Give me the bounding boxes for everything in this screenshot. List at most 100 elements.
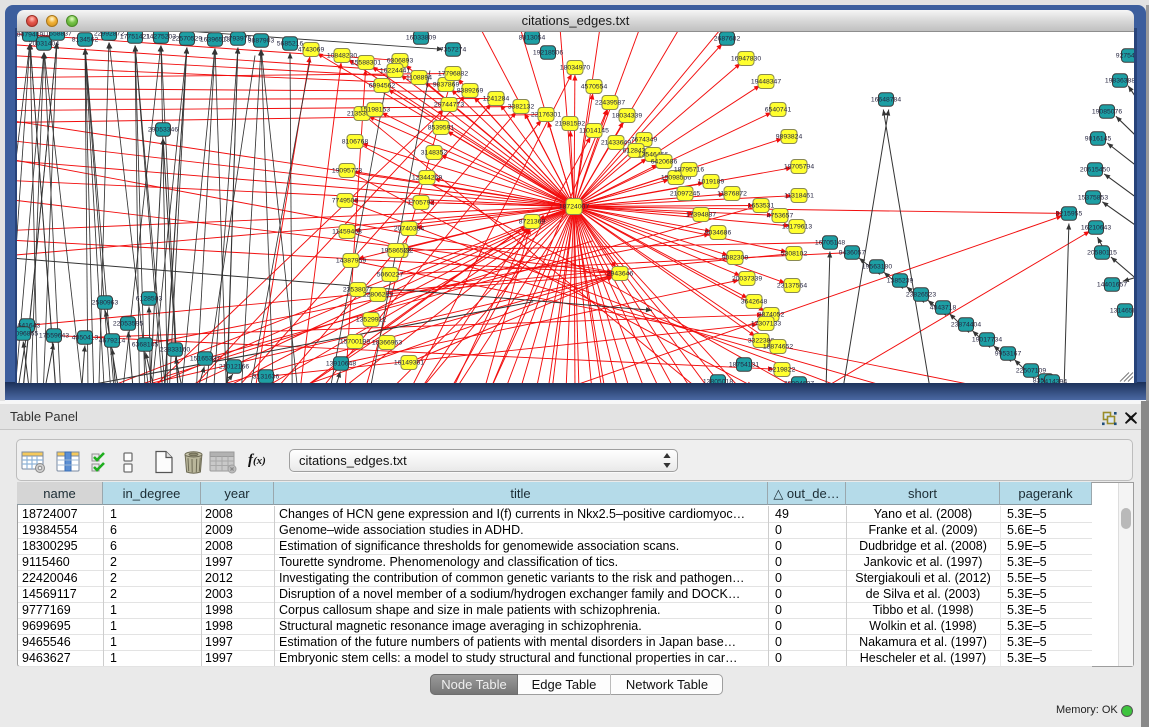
svg-text:6994562: 6994562	[369, 82, 396, 89]
svg-text:20994697: 20994697	[784, 380, 814, 383]
svg-text:4570554: 4570554	[581, 83, 608, 90]
svg-text:4843718: 4843718	[930, 304, 957, 311]
svg-text:19095773: 19095773	[332, 167, 362, 174]
svg-text:5308102: 5308102	[781, 250, 808, 257]
svg-text:3148352: 3148352	[421, 149, 448, 156]
svg-text:13805018: 13805018	[703, 378, 733, 383]
svg-text:20744773: 20744773	[434, 101, 464, 108]
svg-text:4743069: 4743069	[298, 46, 325, 53]
svg-text:9893824: 9893824	[776, 133, 803, 140]
svg-text:17394887: 17394887	[686, 211, 716, 218]
svg-text:22439587: 22439587	[595, 99, 625, 106]
svg-text:9034686: 9034686	[705, 229, 732, 236]
svg-text:18754131: 18754131	[729, 361, 759, 368]
svg-text:18874652: 18874652	[763, 343, 793, 350]
svg-text:12344269: 12344269	[412, 174, 442, 181]
svg-text:9082309: 9082309	[722, 254, 749, 261]
svg-text:17796882: 17796882	[438, 70, 468, 77]
svg-text:1653531: 1653531	[748, 202, 775, 209]
svg-text:10848230: 10848230	[327, 52, 357, 59]
svg-text:8721369: 8721369	[519, 218, 546, 225]
svg-text:21012166: 21012166	[219, 363, 249, 370]
svg-text:15375853: 15375853	[1078, 194, 1108, 201]
svg-text:6420686: 6420686	[651, 158, 678, 165]
svg-text:13529912: 13529912	[356, 316, 386, 323]
svg-text:21097245: 21097245	[670, 190, 700, 197]
svg-text:19218506: 19218506	[533, 49, 563, 56]
svg-text:2580963: 2580963	[92, 299, 119, 306]
svg-text:12414394: 12414394	[1037, 378, 1067, 383]
svg-text:18366963: 18366963	[372, 339, 402, 346]
svg-text:7674349: 7674349	[631, 136, 658, 143]
svg-text:20580115: 20580115	[1087, 249, 1117, 256]
svg-text:17307133: 17307133	[751, 320, 781, 327]
svg-text:11014145: 11014145	[579, 127, 609, 134]
svg-text:1385239: 1385239	[887, 277, 914, 284]
svg-text:8813054: 8813054	[519, 34, 546, 41]
svg-text:5219822: 5219822	[769, 366, 796, 373]
svg-text:19563180: 19563180	[862, 263, 892, 270]
svg-text:29053346: 29053346	[148, 126, 178, 133]
svg-text:20037339: 20037339	[732, 275, 762, 282]
svg-text:8134562: 8134562	[72, 36, 99, 43]
svg-text:4679214: 4679214	[99, 337, 126, 344]
svg-text:14401657: 14401657	[1097, 281, 1127, 288]
svg-text:15198153: 15198153	[360, 106, 390, 113]
svg-text:6540741: 6540741	[765, 106, 792, 113]
svg-text:17559643: 17559643	[39, 332, 69, 339]
svg-text:1108894: 1108894	[406, 74, 432, 81]
svg-text:22176301: 22176301	[531, 111, 561, 118]
svg-text:19586522: 19586522	[381, 247, 411, 254]
svg-text:23874404: 23874404	[951, 321, 981, 328]
svg-text:9436057: 9436057	[839, 249, 866, 256]
svg-text:8389269: 8389269	[457, 87, 484, 94]
svg-text:14387959: 14387959	[336, 257, 366, 264]
svg-text:16149361: 16149361	[394, 359, 424, 366]
svg-text:15165337: 15165337	[190, 355, 220, 362]
svg-text:16033809: 16033809	[406, 34, 436, 41]
svg-text:20031404: 20031404	[29, 40, 59, 47]
svg-text:23826523: 23826523	[906, 291, 936, 298]
svg-text:21981592: 21981592	[555, 120, 585, 127]
svg-text:9816145: 9816145	[1085, 135, 1112, 142]
svg-text:11318461: 11318461	[784, 192, 814, 199]
svg-text:16705148: 16705148	[815, 239, 845, 246]
svg-text:1241284: 1241284	[483, 95, 510, 102]
svg-text:8539591: 8539591	[428, 124, 455, 131]
svg-text:5060227: 5060227	[377, 271, 404, 278]
svg-text:13910648: 13910648	[326, 360, 356, 367]
svg-text:16210643: 16210643	[1081, 224, 1111, 231]
svg-text:19836388: 19836388	[1105, 77, 1134, 84]
svg-text:15700199: 15700199	[340, 338, 370, 345]
svg-text:11876872: 11876872	[717, 190, 747, 197]
svg-text:19017734: 19017734	[972, 336, 1002, 343]
svg-text:3131636: 3131636	[253, 373, 280, 380]
svg-text:2943646: 2943646	[607, 270, 634, 277]
svg-text:22053595: 22053595	[113, 320, 143, 327]
svg-text:9887903: 9887903	[248, 37, 275, 44]
svg-text:18096865: 18096865	[17, 330, 38, 337]
svg-text:15588301: 15588301	[351, 59, 381, 66]
svg-text:18795716: 18795716	[674, 166, 704, 173]
svg-text:7357274: 7357274	[440, 46, 467, 53]
svg-text:21433649: 21433649	[601, 139, 631, 146]
svg-text:18705794: 18705794	[784, 163, 814, 170]
svg-text:18724007: 18724007	[559, 203, 589, 210]
svg-text:23833160: 23833160	[160, 346, 190, 353]
svg-text:7749509: 7749509	[332, 197, 359, 204]
svg-text:22507109: 22507109	[1016, 367, 1046, 374]
svg-text:4753657: 4753657	[767, 212, 794, 219]
svg-text:1705792: 1705792	[408, 199, 435, 206]
svg-text:23137564: 23137564	[777, 282, 807, 289]
svg-text:4050413: 4050413	[72, 334, 99, 341]
svg-text:3382132: 3382132	[508, 103, 535, 110]
svg-text:20615450: 20615450	[1080, 166, 1110, 173]
svg-text:9275445: 9275445	[1116, 52, 1134, 59]
svg-text:2687682: 2687682	[714, 35, 741, 42]
svg-text:18034339: 18034339	[612, 112, 642, 119]
svg-text:8106768: 8106768	[342, 138, 369, 145]
svg-text:20740364: 20740364	[394, 225, 424, 232]
svg-text:3642648: 3642648	[741, 298, 768, 305]
svg-text:13179613: 13179613	[782, 223, 812, 230]
svg-text:8215955: 8215955	[1056, 210, 1083, 217]
